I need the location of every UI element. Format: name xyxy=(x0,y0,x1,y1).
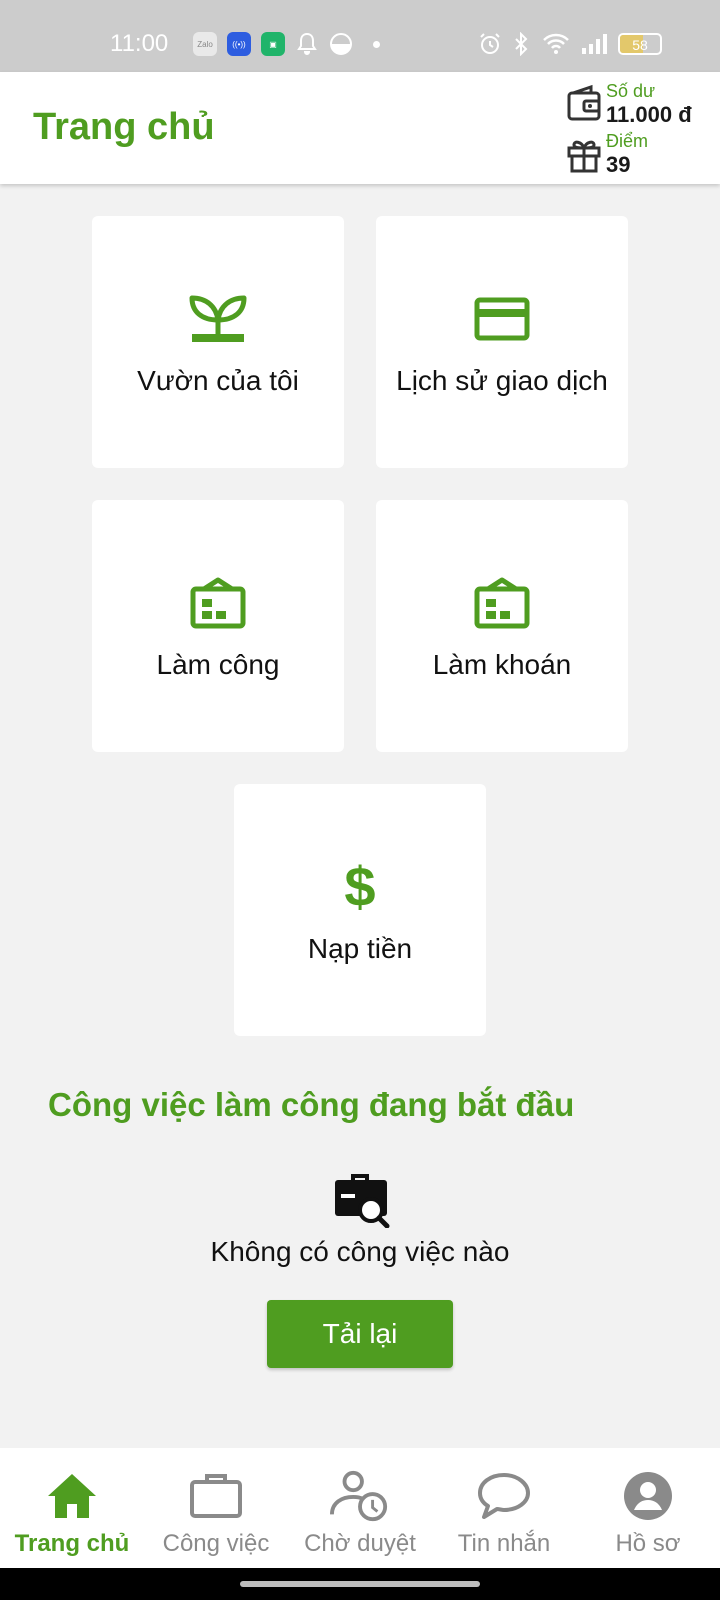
balance-value: 11.000 đ xyxy=(606,102,692,127)
card-label: Làm công xyxy=(156,648,280,680)
balance-label: Số dư xyxy=(606,81,656,101)
system-gesture-bar xyxy=(0,1568,720,1600)
signal-icon xyxy=(582,34,607,54)
card-label: Nạp tiền xyxy=(307,932,413,964)
battery-percent: 58 xyxy=(632,37,648,53)
pending-user-icon xyxy=(330,1468,390,1524)
status-bar: 11:00 Zalo ((•)) ▣ 58 xyxy=(0,0,720,72)
home-icon xyxy=(42,1468,102,1524)
card-top-up[interactable]: $ Nạp tiền xyxy=(234,784,486,1036)
app-header: Trang chủ Số dư 11.000 đ Điểm 39 xyxy=(0,72,720,184)
more-notifications-dot xyxy=(373,40,380,48)
bluetooth-icon xyxy=(515,32,528,56)
nav-item-jobs[interactable]: Công việc xyxy=(144,1448,288,1568)
points-label: Điểm xyxy=(606,131,649,151)
wallet-icon xyxy=(567,84,601,121)
nav-label: Hồ sơ xyxy=(615,1530,681,1557)
card-contract-work[interactable]: Làm khoán xyxy=(376,500,628,752)
card-label: Vườn của tôi xyxy=(137,364,299,396)
half-circle-icon xyxy=(330,33,352,55)
nav-item-messages[interactable]: Tin nhắn xyxy=(432,1448,576,1568)
chat-bubble-icon xyxy=(474,1468,534,1524)
nav-item-home[interactable]: Trang chủ xyxy=(0,1448,144,1568)
card-label: Lịch sử giao dịch xyxy=(396,364,608,396)
nav-label: Công việc xyxy=(162,1530,270,1557)
card-day-labor[interactable]: Làm công xyxy=(92,500,344,752)
zalo-icon: Zalo xyxy=(193,32,217,56)
page-title: Trang chủ xyxy=(33,106,215,148)
bottom-nav: Trang chủ Công việc Chờ duyệt Tin nhắn H… xyxy=(0,1448,720,1568)
balance-widget[interactable]: Số dư 11.000 đ xyxy=(566,80,692,128)
empty-state-text: Không có công việc nào xyxy=(210,1236,510,1267)
reload-button[interactable]: Tải lại xyxy=(267,1300,453,1368)
credit-card-icon xyxy=(470,287,534,351)
points-value: 39 xyxy=(606,152,631,177)
nav-label: Trang chủ xyxy=(14,1530,130,1557)
notification-icons: Zalo ((•)) ▣ xyxy=(193,32,380,56)
system-icons: 58 xyxy=(478,32,662,56)
hotspot-icon: ((•)) xyxy=(227,32,251,56)
nav-item-profile[interactable]: Hồ sơ xyxy=(576,1448,720,1568)
sprout-icon xyxy=(186,287,250,351)
wifi-icon xyxy=(543,33,569,54)
dollar-icon: $ xyxy=(344,855,376,918)
chat-icon: ▣ xyxy=(261,32,285,56)
status-time: 11:00 xyxy=(110,30,169,57)
battery-icon: 58 xyxy=(618,33,662,55)
building-icon xyxy=(470,571,534,635)
gift-icon xyxy=(567,140,601,173)
nav-label: Chờ duyệt xyxy=(304,1530,416,1557)
card-my-garden[interactable]: Vườn của tôi xyxy=(92,216,344,468)
bell-icon xyxy=(297,32,317,55)
profile-icon xyxy=(618,1468,678,1524)
job-search-icon xyxy=(335,1174,390,1228)
home-gesture-handle[interactable] xyxy=(240,1581,480,1587)
nav-label: Tin nhắn xyxy=(457,1530,551,1557)
alarm-icon xyxy=(480,33,500,54)
building-icon xyxy=(186,571,250,635)
briefcase-icon xyxy=(186,1468,246,1524)
card-transaction-history[interactable]: Lịch sử giao dịch xyxy=(376,216,628,468)
points-widget[interactable]: Điểm 39 xyxy=(566,130,648,178)
nav-item-pending[interactable]: Chờ duyệt xyxy=(288,1448,432,1568)
card-label: Làm khoán xyxy=(432,648,572,680)
section-title: Công việc làm công đang bắt đầu xyxy=(48,1086,575,1123)
